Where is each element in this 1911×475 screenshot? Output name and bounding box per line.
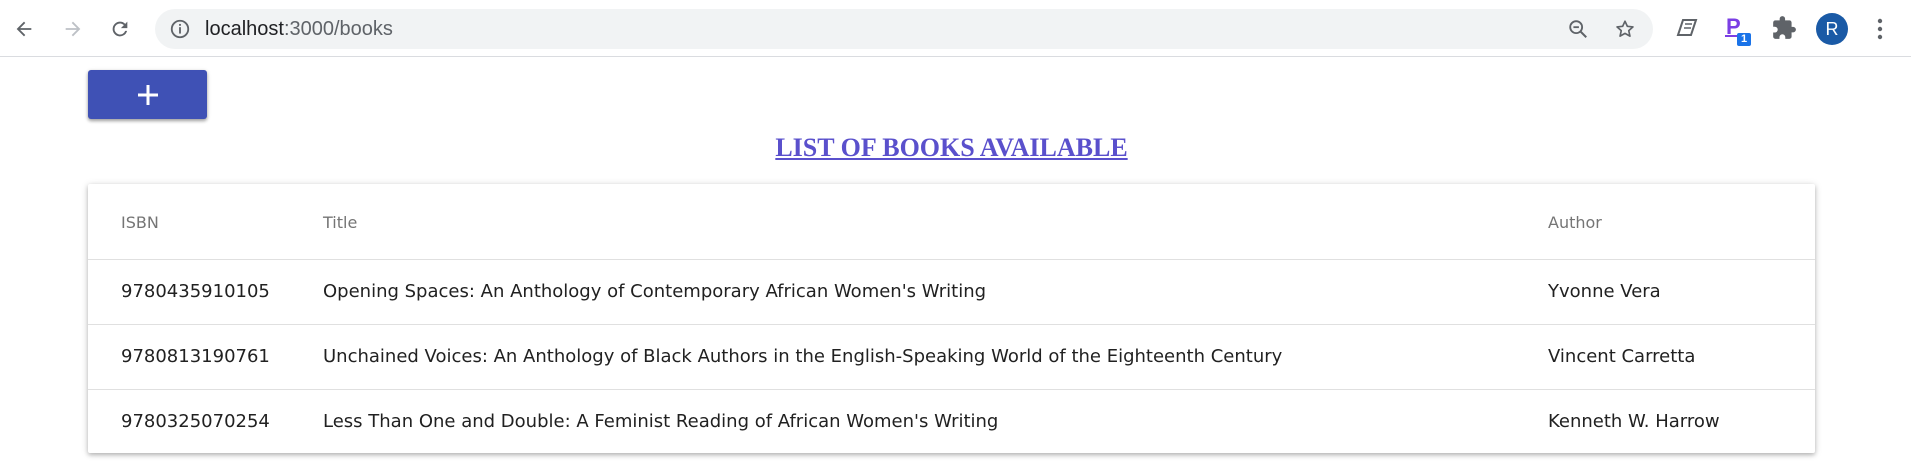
kebab-menu-icon[interactable] <box>1870 15 1890 43</box>
puzzle-icon[interactable] <box>1771 15 1797 41</box>
add-book-button[interactable] <box>88 70 207 119</box>
page-title: LIST OF BOOKS AVAILABLE <box>775 133 1128 162</box>
cell-isbn: 9780813190761 <box>121 346 270 367</box>
url-text[interactable]: localhost:3000/books <box>205 19 393 39</box>
table-row[interactable]: 9780435910105 Opening Spaces: An Antholo… <box>88 259 1815 324</box>
plus-icon <box>137 84 158 105</box>
url-host: localhost <box>205 18 284 40</box>
cell-isbn: 9780435910105 <box>121 281 270 302</box>
cell-author: Vincent Carretta <box>1548 346 1696 367</box>
column-header-author: Author <box>1548 212 1602 232</box>
info-icon[interactable] <box>169 18 191 40</box>
profile-avatar[interactable]: R <box>1816 13 1848 45</box>
reader-mode-icon[interactable] <box>1674 15 1700 41</box>
url-path: :3000/books <box>283 18 393 40</box>
column-header-isbn: ISBN <box>121 212 159 232</box>
back-arrow-icon[interactable] <box>7 12 41 46</box>
cell-title: Unchained Voices: An Anthology of Black … <box>323 346 1283 367</box>
cell-author: Kenneth W. Harrow <box>1548 411 1720 433</box>
table-row[interactable]: 9780325070254 Less Than One and Double: … <box>88 389 1815 454</box>
books-table: ISBN Title Author 9780435910105 Opening … <box>88 184 1815 454</box>
forward-arrow-icon[interactable] <box>56 12 90 46</box>
reload-icon[interactable] <box>103 12 137 46</box>
table-header-row: ISBN Title Author <box>88 184 1815 259</box>
p-extension-icon[interactable]: P 1 <box>1723 13 1753 47</box>
star-icon[interactable] <box>1614 18 1636 40</box>
cell-author: Yvonne Vera <box>1548 281 1661 302</box>
books-table-card: ISBN Title Author 9780435910105 Opening … <box>88 184 1815 453</box>
cell-isbn: 9780325070254 <box>121 411 270 433</box>
cell-title: Opening Spaces: An Anthology of Contempo… <box>323 281 987 302</box>
address-bar[interactable]: localhost:3000/books <box>155 9 1653 49</box>
cell-title: Less Than One and Double: A Feminist Rea… <box>323 411 999 433</box>
extension-badge: 1 <box>1741 33 1748 45</box>
zoom-out-icon[interactable] <box>1567 18 1589 40</box>
column-header-title: Title <box>323 212 358 232</box>
browser-toolbar: localhost:3000/books P 1 R <box>0 0 1911 57</box>
table-row[interactable]: 9780813190761 Unchained Voices: An Antho… <box>88 324 1815 389</box>
